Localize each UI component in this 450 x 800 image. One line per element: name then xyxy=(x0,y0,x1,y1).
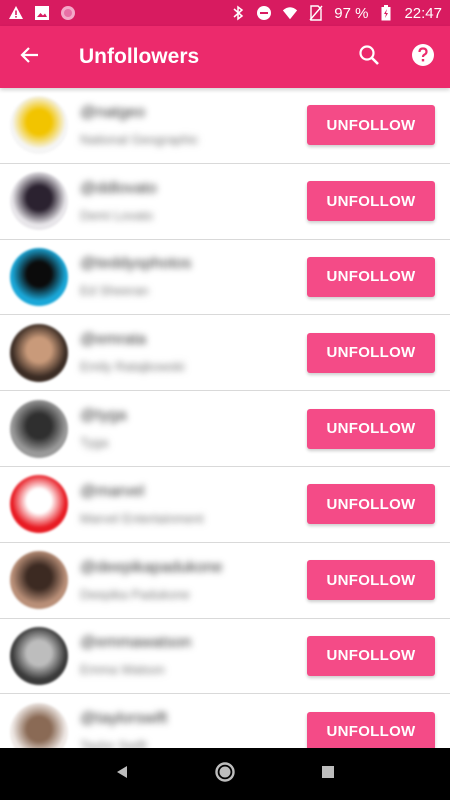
full-name: Marvel Entertainment xyxy=(80,510,204,526)
system-nav-bar xyxy=(0,748,450,800)
warning-icon xyxy=(8,5,24,21)
nav-back-button[interactable] xyxy=(107,759,137,789)
avatar xyxy=(10,96,68,155)
unfollow-button[interactable]: UNFOLLOW xyxy=(307,105,435,146)
home-circle-icon xyxy=(214,761,236,788)
unfollow-button[interactable]: UNFOLLOW xyxy=(307,711,435,748)
list-item: @ddlovato Demi Lovato UNFOLLOW xyxy=(0,164,450,240)
clock: 22:47 xyxy=(404,4,442,22)
unfollow-button[interactable]: UNFOLLOW xyxy=(307,256,435,297)
list-item: @deepikapadukone Deepika Padukone UNFOLL… xyxy=(0,543,450,619)
help-button[interactable] xyxy=(396,26,450,88)
app-bar: Unfollowers xyxy=(0,26,450,88)
unfollow-button[interactable]: UNFOLLOW xyxy=(307,484,435,525)
image-icon xyxy=(34,5,50,21)
avatar xyxy=(10,247,68,306)
search-icon xyxy=(358,44,380,71)
list-item: @taylorswift Taylor Swift UNFOLLOW xyxy=(0,694,450,748)
avatar xyxy=(10,626,68,685)
avatar xyxy=(10,323,68,382)
do-not-disturb-icon xyxy=(256,5,272,21)
avatar xyxy=(10,702,68,748)
unfollow-button[interactable]: UNFOLLOW xyxy=(307,635,435,676)
unfollow-button[interactable]: UNFOLLOW xyxy=(307,332,435,373)
back-arrow-icon xyxy=(20,45,40,70)
no-sim-icon xyxy=(308,5,324,21)
username: @tyga xyxy=(80,407,127,425)
username: @teddysphotos xyxy=(80,255,192,273)
battery-icon xyxy=(378,5,394,21)
list-item: @emmawatson Emma Watson UNFOLLOW xyxy=(0,619,450,695)
full-name: Ed Sheeran xyxy=(80,283,149,299)
nav-home-button[interactable] xyxy=(210,759,240,789)
help-icon xyxy=(411,43,435,72)
back-button[interactable] xyxy=(0,26,60,88)
username: @emmawatson xyxy=(80,634,192,652)
unfollow-button[interactable]: UNFOLLOW xyxy=(307,560,435,601)
search-button[interactable] xyxy=(342,26,396,88)
avatar xyxy=(10,172,68,231)
username: @taylorswift xyxy=(80,710,168,728)
full-name: Demi Lovato xyxy=(80,207,153,223)
avatar xyxy=(10,399,68,458)
list-item: @emrata Emily Ratajkowski UNFOLLOW xyxy=(0,315,450,392)
username: @natgeo xyxy=(80,103,146,121)
list-item: @teddysphotos Ed Sheeran UNFOLLOW xyxy=(0,240,450,316)
page-title: Unfollowers xyxy=(79,45,200,68)
unfollow-button[interactable]: UNFOLLOW xyxy=(307,181,435,222)
avatar xyxy=(10,475,68,534)
unfollowers-list[interactable]: @natgeo National Geographic UNFOLLOW @dd… xyxy=(0,88,450,748)
status-bar: 97 % 22:47 xyxy=(0,0,450,26)
full-name: Tyga xyxy=(80,435,109,451)
username: @deepikapadukone xyxy=(80,558,223,576)
nav-recents-button[interactable] xyxy=(313,759,343,789)
circle-app-icon xyxy=(60,5,76,21)
list-item: @natgeo National Geographic UNFOLLOW xyxy=(0,88,450,164)
full-name: Taylor Swift xyxy=(80,738,147,748)
recents-square-icon xyxy=(320,764,336,785)
username: @emrata xyxy=(80,331,147,349)
list-item: @tyga Tyga UNFOLLOW xyxy=(0,391,450,467)
full-name: Deepika Padukone xyxy=(80,586,190,602)
back-triangle-icon xyxy=(114,764,130,785)
bluetooth-icon xyxy=(230,5,246,21)
list-item: @marvel Marvel Entertainment UNFOLLOW xyxy=(0,467,450,543)
full-name: Emma Watson xyxy=(80,662,165,678)
unfollow-button[interactable]: UNFOLLOW xyxy=(307,408,435,449)
username: @ddlovato xyxy=(80,179,157,197)
username: @marvel xyxy=(80,482,145,500)
battery-percent: 97 % xyxy=(334,4,369,22)
avatar xyxy=(10,551,68,610)
full-name: National Geographic xyxy=(80,131,199,147)
wifi-icon xyxy=(282,5,298,21)
full-name: Emily Ratajkowski xyxy=(80,359,185,375)
